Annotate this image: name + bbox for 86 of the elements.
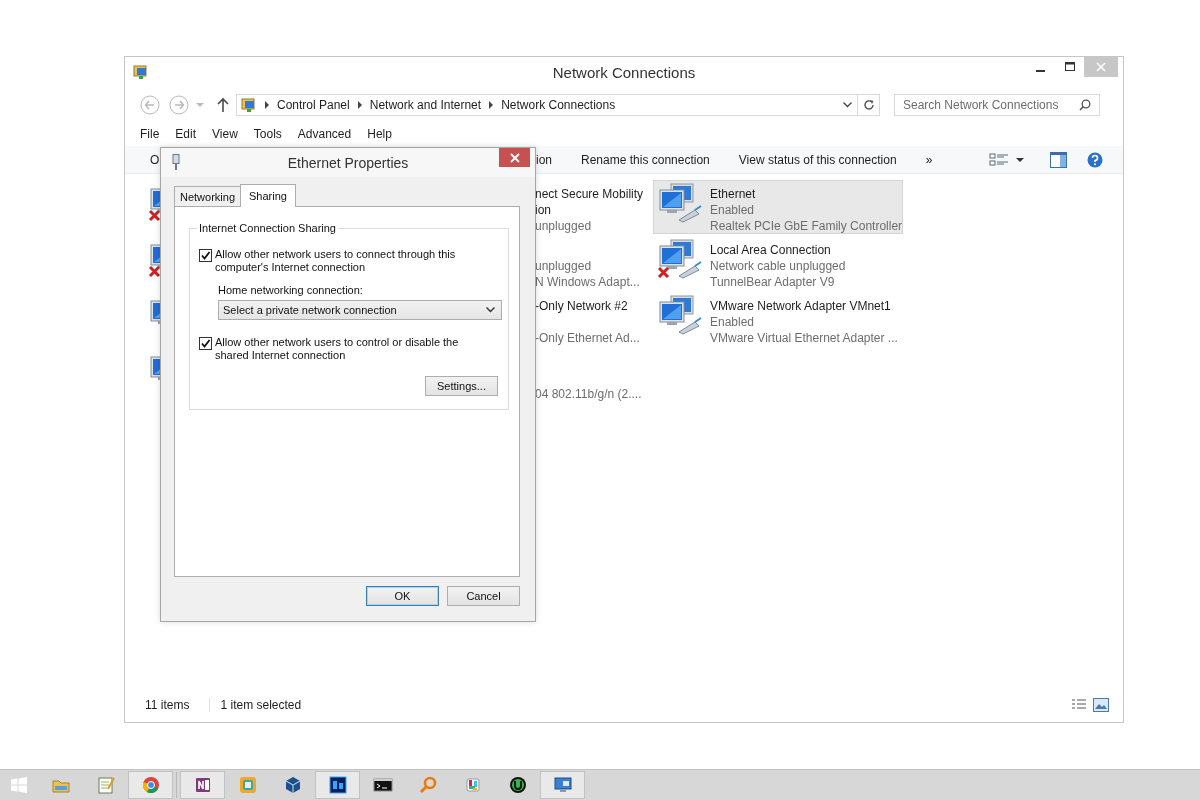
menu-item[interactable]: Advanced <box>297 126 352 141</box>
menu-item[interactable]: View <box>212 126 238 141</box>
magnifier-icon <box>417 775 438 795</box>
address-bar[interactable]: Control Panel Network and Internet Network Connections <box>236 94 858 116</box>
monitor-icon <box>552 775 573 795</box>
checkbox[interactable] <box>199 249 212 262</box>
toolbar-command[interactable]: Rename this connection <box>581 152 710 167</box>
refresh-icon <box>862 99 875 111</box>
field-label: Home networking connection: <box>218 284 364 296</box>
breadcrumb[interactable]: Network and Internet <box>369 98 482 112</box>
dialog-title: Ethernet Properties <box>287 154 409 171</box>
adapter-device: VMware Virtual Ethernet Adapter ... <box>710 330 898 346</box>
adapter-device: N Windows Adapt... <box>535 274 640 290</box>
network-computer-icon <box>657 295 703 335</box>
adapter-name: VMware Network Adapter VMnet1 <box>710 298 892 314</box>
dialog-button[interactable]: OK <box>366 586 439 606</box>
chevron-icon[interactable] <box>488 101 495 109</box>
taskbar-button[interactable] <box>180 771 225 799</box>
taskbar-button[interactable] <box>315 771 360 799</box>
settings-button[interactable]: Settings... <box>425 376 498 396</box>
close-button[interactable] <box>499 148 530 167</box>
adapter-status: unplugged <box>535 218 593 234</box>
adapter-item[interactable]: VMware Network Adapter VMnet1 Enabled VMware Virtual Ethernet Adapter ... <box>653 292 903 346</box>
selection-count: 1 item selected <box>220 698 302 712</box>
adapter-name: ion <box>535 202 552 218</box>
group-title: Internet Connection Sharing <box>197 222 338 234</box>
square-tile-icon <box>327 775 348 795</box>
preview-pane-icon[interactable] <box>1050 151 1067 168</box>
checkbox-label[interactable]: Allow other network users to connect through this computer's Internet connection <box>215 248 483 274</box>
tab[interactable]: Sharing <box>240 184 296 207</box>
help-icon[interactable] <box>1087 151 1103 168</box>
adapter-name: Local Area Connection <box>710 242 832 258</box>
network-folder-icon <box>133 64 149 80</box>
adapter-name: -Only Network #2 <box>535 298 629 314</box>
chevron-icon[interactable] <box>356 101 363 109</box>
adapter-status: Enabled <box>710 314 756 330</box>
network-computer-icon <box>657 183 703 223</box>
adapter-status: Enabled <box>710 202 756 218</box>
refresh-button[interactable] <box>858 94 880 116</box>
menu-item[interactable]: Help <box>367 126 392 141</box>
adapter-name: nect Secure Mobility <box>535 186 644 202</box>
large-icons-view-icon[interactable] <box>1093 698 1109 712</box>
windows-logo-icon <box>11 777 27 793</box>
menu-item[interactable]: File <box>140 126 160 141</box>
minimize-icon <box>1036 69 1045 72</box>
adapter-status: Network cable unplugged <box>710 258 846 274</box>
breadcrumb[interactable]: Network Connections <box>501 98 616 112</box>
chevron-icon[interactable] <box>264 101 270 109</box>
network-folder-icon <box>241 97 257 113</box>
up-button[interactable] <box>216 97 230 113</box>
adapter-device: TunnelBear Adapter V9 <box>710 274 836 290</box>
breadcrumb[interactable]: Control Panel <box>277 98 350 112</box>
menu-item[interactable]: Tools <box>253 126 282 141</box>
adapter-name: Ethernet <box>710 186 757 202</box>
close-icon <box>509 152 520 163</box>
toolbar-command[interactable]: ion <box>536 152 552 167</box>
terminal-icon <box>372 775 393 795</box>
caret-icon[interactable] <box>1016 156 1024 163</box>
adapter-device: Realtek PCIe GbE Family Controller <box>710 218 903 234</box>
window-title: Network Connections <box>552 63 696 81</box>
adapter-item[interactable]: Ethernet Enabled Realtek PCIe GbE Family Controller <box>653 180 903 234</box>
adapter-plug-icon <box>171 154 181 170</box>
checkbox-label[interactable]: Allow other network users to control or disable the shared Internet connection <box>215 336 483 362</box>
toolbar-command[interactable]: View status of this connection <box>738 152 897 167</box>
dialog-button[interactable]: Cancel <box>447 586 520 606</box>
nested-squares-icon <box>237 775 258 795</box>
notepad-icon <box>95 775 116 795</box>
color-wheel-icon <box>140 775 161 795</box>
ring-icon <box>507 775 528 795</box>
search-icon[interactable] <box>1079 99 1091 111</box>
toolbar-command[interactable]: O <box>150 152 160 167</box>
adapter-item[interactable]: Local Area Connection Network cable unplugged TunnelBear Adapter V9 <box>653 236 903 290</box>
more-commands-button[interactable]: » <box>925 152 933 167</box>
adapter-status: unplugged <box>535 258 593 274</box>
network-dropdown[interactable]: Select a private network connection <box>218 300 502 320</box>
maximize-icon <box>1064 62 1075 72</box>
item-count: 11 items <box>145 698 190 712</box>
close-icon <box>1096 62 1106 72</box>
menu-item[interactable]: Edit <box>175 126 197 141</box>
search-field[interactable]: Search Network Connections <box>894 94 1100 116</box>
checkbox[interactable] <box>199 337 212 350</box>
adapter-device: -Only Ethernet Ad... <box>535 330 640 346</box>
network-computer-icon <box>657 239 703 279</box>
tab[interactable]: Networking <box>174 186 242 206</box>
adapter-device: 04 802.11b/g/n (2.... <box>535 386 642 402</box>
view-options-icon[interactable] <box>989 151 1009 168</box>
